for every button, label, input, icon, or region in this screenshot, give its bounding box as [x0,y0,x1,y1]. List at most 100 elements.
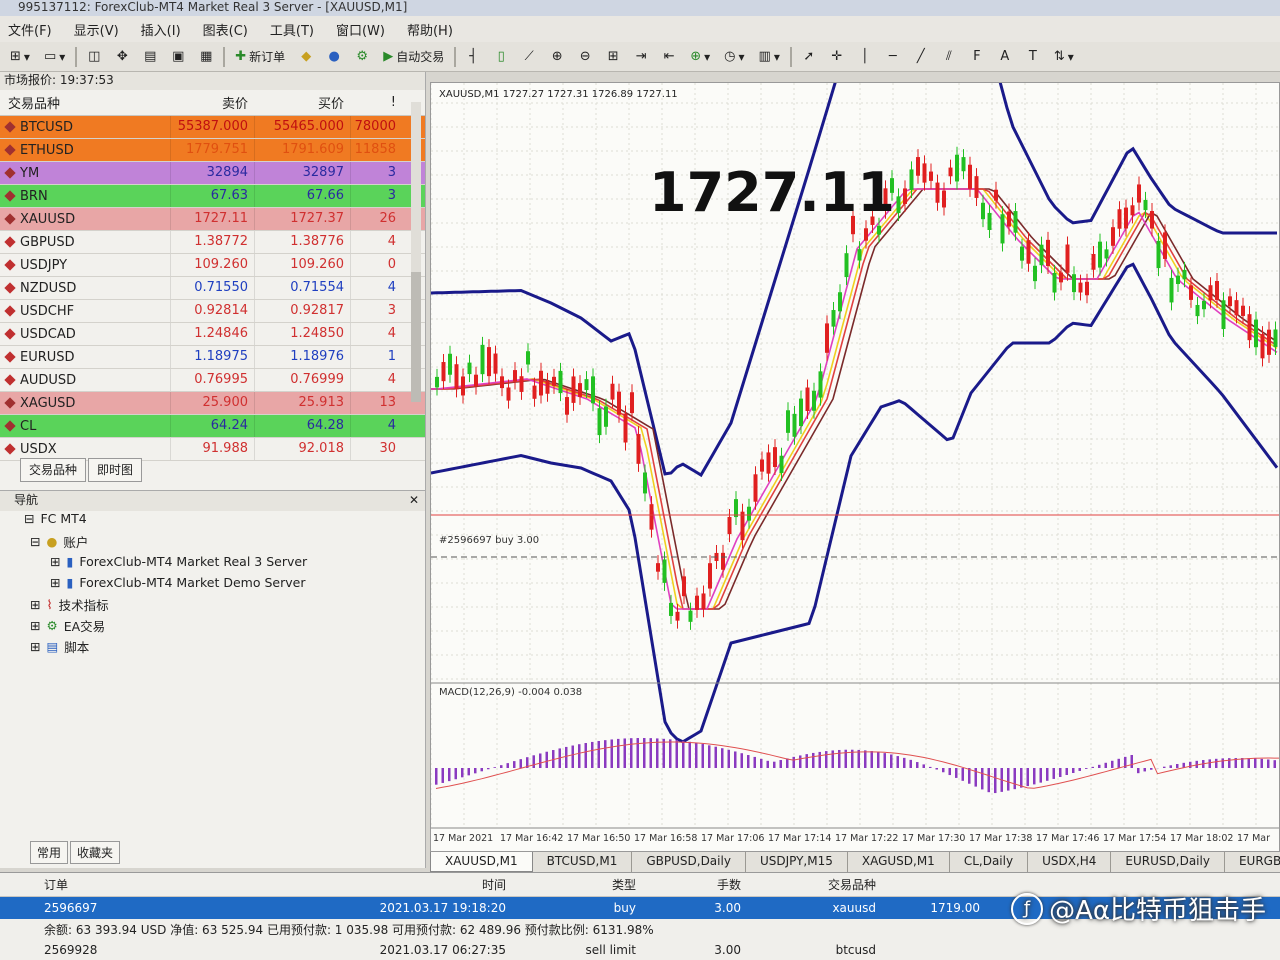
chart-tab[interactable]: GBPUSD,Daily [632,852,746,872]
menu-insert[interactable]: 插入(I) [141,20,181,39]
header-ask[interactable]: 买价 [254,93,350,112]
tab-tick-chart[interactable]: 即时图 [88,458,143,482]
tree-expand-icon[interactable]: ⊞ [30,618,40,633]
chart-tab[interactable]: USDJPY,M15 [746,852,848,872]
crosshair-button[interactable]: ✛ [826,46,848,68]
chart-tab[interactable]: EURUSD,Daily [1111,852,1225,872]
market-watch-row[interactable]: XAUUSD 1727.11 1727.37 26 [0,208,425,231]
header-order[interactable]: 订单 [0,876,310,893]
market-watch-scrollbar[interactable] [411,102,421,402]
vertical-line-button[interactable]: │ [854,46,876,68]
header-lots[interactable]: 手数 [640,876,745,893]
templates-button[interactable]: ▥ ▾ [755,46,784,68]
nav-indicators[interactable]: ⊞ ⌇ 技术指标 [30,595,109,614]
fibonacci-button[interactable]: F [966,46,988,68]
macd-bar [1215,758,1218,768]
header-symbol[interactable]: 交易品种 [0,93,170,112]
nav-root[interactable]: ⊟ FC MT4 [24,511,87,526]
tab-common[interactable]: 常用 [30,841,69,864]
chart-tab[interactable]: USDX,H4 [1028,852,1112,872]
chart-shift-button[interactable]: ⇤ [658,46,680,68]
menu-help[interactable]: 帮助(H) [407,20,453,39]
chart-tab[interactable]: CL,Daily [950,852,1029,872]
signals-button[interactable]: ● [323,46,345,68]
trade-row[interactable]: 2569928 2021.03.17 06:27:35 sell limit 3… [0,939,1280,960]
market-watch-row[interactable]: AUDUSD 0.76995 0.76999 4 [0,369,425,392]
tab-favorites[interactable]: 收藏夹 [70,841,121,864]
chart-window[interactable]: #2596697 buy 3.00 XAUUSD,M1 1727.27 1727… [430,82,1280,852]
market-watch-row[interactable]: BTCUSD 55387.000 55465.000 78000 [0,116,425,139]
tile-windows-button[interactable]: ⊞ [602,46,624,68]
tree-collapse-icon[interactable]: ⊟ [24,511,34,526]
close-icon[interactable]: ✕ [409,493,419,507]
market-watch-row[interactable]: NZDUSD 0.71550 0.71554 4 [0,277,425,300]
nav-server-demo[interactable]: ⊞ ▮ ForexClub-MT4 Market Demo Server [50,575,305,590]
zoom-out-button[interactable]: ⊖ [574,46,596,68]
nav-accounts[interactable]: ⊟ ● 账户 [30,532,88,551]
tester-button[interactable]: ▦ [195,46,217,68]
scrollbar-thumb[interactable] [411,272,421,402]
market-watch-row[interactable]: GBPUSD 1.38772 1.38776 4 [0,231,425,254]
channel-button[interactable]: ⫽ [938,46,960,68]
terminal-button[interactable]: ▣ [167,46,189,68]
market-watch-button[interactable]: ◫ [83,46,105,68]
nav-server-real[interactable]: ⊞ ▮ ForexClub-MT4 Market Real 3 Server [50,554,307,569]
tree-expand-icon[interactable]: ⊞ [30,639,40,654]
nav-scripts[interactable]: ⊞ ▤ 脚本 [30,637,89,656]
market-watch-row[interactable]: ETHUSD 1779.751 1791.609 11858 [0,139,425,162]
trendline-button[interactable]: ╱ [910,46,932,68]
data-window-button[interactable]: ✥ [111,46,133,68]
market-watch-row[interactable]: USDJPY 109.260 109.260 0 [0,254,425,277]
menu-tools[interactable]: 工具(T) [270,20,314,39]
profiles-button[interactable]: ▭ ▾ [40,46,69,68]
arrows-button[interactable]: ⇅ ▾ [1050,46,1078,68]
meta-editor-button[interactable]: ◆ [295,46,317,68]
new-chart-button[interactable]: ⊞ ▾ [6,46,34,68]
header-type[interactable]: 类型 [510,876,640,893]
market-watch-row[interactable]: YM 32894 32897 3 [0,162,425,185]
time-tick-label: 17 Mar 17:38 [969,833,1032,844]
text-label-button[interactable]: T [1022,46,1044,68]
periods-button[interactable]: ◷ ▾ [720,46,748,68]
tab-symbols[interactable]: 交易品种 [20,458,87,482]
new-order-button[interactable]: ✚ 新订单 [231,46,289,68]
chart-tab[interactable]: XAUUSD,M1 [430,852,533,872]
menu-charts[interactable]: 图表(C) [203,20,248,39]
market-watch-row[interactable]: XAGUSD 25.900 25.913 13 [0,392,425,415]
market-watch-row[interactable]: USDCHF 0.92814 0.92817 3 [0,300,425,323]
header-bid[interactable]: 卖价 [170,93,254,112]
horizontal-line-button[interactable]: ─ [882,46,904,68]
candle-chart-button[interactable]: ▯ [490,46,512,68]
market-watch-row[interactable]: BRN 67.63 67.66 3 [0,185,425,208]
price-chart[interactable]: #2596697 buy 3.00 XAUUSD,M1 1727.27 1727… [431,83,1280,852]
strategy-button[interactable]: ⚙ [351,46,373,68]
tree-collapse-icon[interactable]: ⊟ [30,534,40,549]
zoom-in-button[interactable]: ⊕ [546,46,568,68]
macd-bar [597,740,600,768]
text-button[interactable]: A [994,46,1016,68]
nav-expert-advisors[interactable]: ⊞ ⚙ EA交易 [30,616,105,635]
cursor-button[interactable]: ➚ [798,46,820,68]
moving-average-line [431,188,1278,610]
market-watch-row[interactable]: EURUSD 1.18975 1.18976 1 [0,346,425,369]
header-time[interactable]: 时间 [310,876,510,893]
menu-view[interactable]: 显示(V) [74,20,119,39]
auto-scroll-button[interactable]: ⇥ [630,46,652,68]
bar-chart-button[interactable]: ┤ [462,46,484,68]
navigator-button[interactable]: ▤ [139,46,161,68]
tree-expand-icon[interactable]: ⊞ [50,554,60,569]
chart-tab[interactable]: EURGBP, [1225,852,1280,872]
tree-expand-icon[interactable]: ⊞ [30,597,40,612]
chart-tab[interactable]: XAGUSD,M1 [848,852,950,872]
menu-file[interactable]: 文件(F) [8,20,52,39]
line-chart-button[interactable]: ⟋ [518,46,540,68]
auto-trading-button[interactable]: ▶ 自动交易 [379,46,448,68]
market-watch-row[interactable]: CL 64.24 64.28 4 [0,415,425,438]
tree-expand-icon[interactable]: ⊞ [50,575,60,590]
market-watch-row[interactable]: USDCAD 1.24846 1.24850 4 [0,323,425,346]
chart-tab[interactable]: BTCUSD,M1 [533,852,633,872]
menu-window[interactable]: 窗口(W) [336,20,385,39]
header-spread[interactable]: ! [350,95,402,110]
indicators-button[interactable]: ⊕ ▾ [686,46,714,68]
header-symbol[interactable]: 交易品种 [745,876,880,893]
